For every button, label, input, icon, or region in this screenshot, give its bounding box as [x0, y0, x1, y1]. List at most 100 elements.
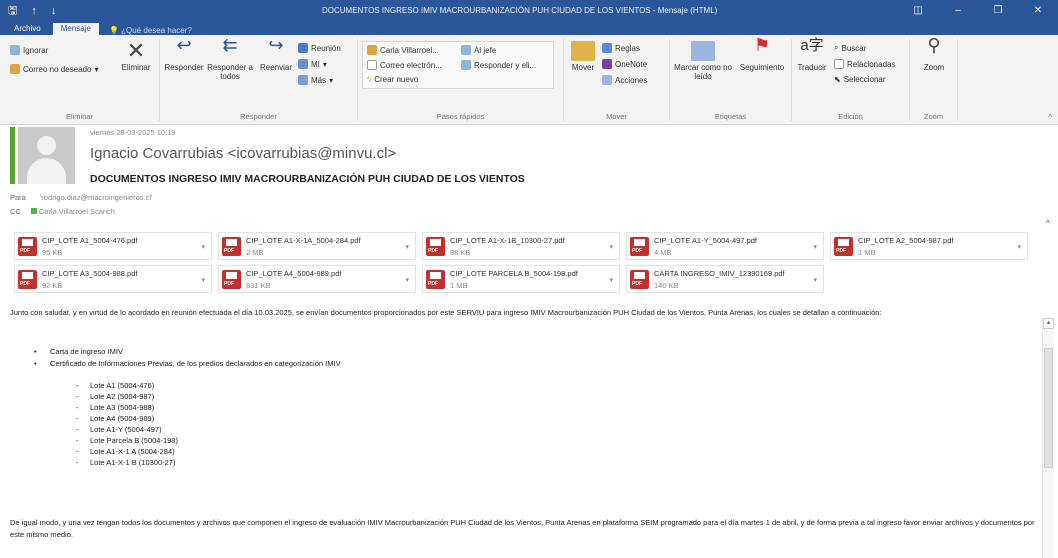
- close-icon[interactable]: ✕: [1018, 0, 1058, 22]
- mi-label: MI: [311, 59, 320, 69]
- traducir-button[interactable]: a字 Traducir: [794, 37, 830, 72]
- chevron-down-icon: ▾: [322, 59, 327, 69]
- reglas-button[interactable]: Reglas: [602, 43, 640, 53]
- chevron-down-icon[interactable]: ▾: [201, 243, 205, 251]
- mas-button[interactable]: Más ▾: [298, 75, 333, 85]
- group-label-responder: Responder: [240, 112, 277, 121]
- attachment-size: 92 KB: [42, 281, 63, 290]
- group-label-edicion: Edición: [838, 112, 863, 121]
- quick-step-carla-label: Carla Villarroel...: [380, 45, 439, 55]
- cc-label: CC: [10, 207, 21, 216]
- quick-step-crear[interactable]: ϟ Crear nuevo: [367, 75, 418, 84]
- group-mover: Mover Reglas OneNote Acciones Mover: [564, 39, 670, 121]
- presence-bar: [10, 127, 15, 184]
- chevron-down-icon: ▾: [329, 75, 334, 85]
- ignorar-label: Ignorar: [23, 45, 49, 55]
- group-label-etiquetas: Etiquetas: [714, 112, 747, 121]
- buscar-button[interactable]: ⌕ Buscar: [834, 43, 866, 53]
- attachment-name: CIP_LOTE A1-Y_5004-497.pdf: [654, 236, 757, 245]
- redo-icon[interactable]: ↓: [51, 5, 57, 17]
- chevron-down-icon[interactable]: ▾: [609, 243, 613, 251]
- save-icon[interactable]: 🖫: [8, 2, 17, 21]
- attachment[interactable]: CIP_LOTE PARCELA B_5004-198.pdf 1 MB ▾: [422, 265, 620, 293]
- attachment-name: CIP_LOTE A1-X-1B_10300-27.pdf: [450, 236, 565, 245]
- mi-button[interactable]: MI ▾: [298, 59, 327, 69]
- tell-me-label: ¿Qué desea hacer?: [121, 26, 192, 35]
- quick-step-carla[interactable]: Carla Villarroel...: [367, 45, 439, 55]
- attachment[interactable]: CIP_LOTE A2_5004-987.pdf 1 MB ▾: [830, 232, 1028, 260]
- attachment[interactable]: CIP_LOTE A1-X-1B_10300-27.pdf 88 KB ▾: [422, 232, 620, 260]
- correo-no-deseado-label: Correo no deseado: [23, 64, 92, 74]
- zoom-label: Zoom: [923, 63, 945, 72]
- minimize-icon[interactable]: –: [938, 0, 978, 22]
- collapse-ribbon-icon[interactable]: ^: [1048, 113, 1052, 122]
- onenote-button[interactable]: OneNote: [602, 59, 647, 69]
- pdf-icon: [630, 270, 649, 289]
- list-item: Lote A1-X-1 A (5004-284): [76, 446, 178, 457]
- quick-step-responder[interactable]: Responder y eli...: [461, 60, 536, 70]
- translate-icon: a字: [800, 37, 824, 54]
- responder-todos-button[interactable]: ⇇ Responder a todos: [206, 36, 254, 81]
- group-responder: ↩ Responder ⇇ Responder a todos ↪ Reenvi…: [160, 36, 358, 121]
- scroll-up-icon[interactable]: ▲: [1043, 318, 1054, 329]
- ribbon-display-icon[interactable]: ◫: [898, 0, 938, 22]
- correo-no-deseado-button[interactable]: Correo no deseado ▾: [10, 64, 99, 74]
- pdf-icon: [426, 237, 445, 256]
- mas-label: Más: [311, 75, 327, 85]
- undo-icon[interactable]: ↑: [31, 5, 37, 17]
- to-label: Para: [10, 193, 26, 202]
- chevron-down-icon[interactable]: ▾: [405, 243, 409, 251]
- acciones-button[interactable]: Acciones: [602, 75, 647, 85]
- attachment[interactable]: CIP_LOTE A4_5004-989.pdf 831 KB ▾: [218, 265, 416, 293]
- group-edicion: a字 Traducir ⌕ Buscar Relacionadas ⬉ Sele…: [792, 37, 910, 121]
- vertical-scrollbar[interactable]: ▲: [1042, 318, 1054, 558]
- responder-button[interactable]: ↩ Responder: [164, 36, 204, 72]
- chevron-down-icon[interactable]: ▾: [813, 276, 817, 284]
- chevron-down-icon[interactable]: ▾: [609, 276, 613, 284]
- tab-mensaje[interactable]: Mensaje: [52, 23, 99, 35]
- quick-step-jefe[interactable]: Al jefe: [461, 45, 496, 55]
- sender[interactable]: Ignacio Covarrubias <icovarrubias@minvu.…: [90, 145, 396, 162]
- tab-archivo[interactable]: Archivo: [6, 23, 49, 35]
- chevron-down-icon[interactable]: ▾: [201, 276, 205, 284]
- mover-button[interactable]: Mover: [566, 41, 600, 72]
- zoom-button[interactable]: ⚲ Zoom: [914, 36, 954, 72]
- scroll-thumb[interactable]: [1044, 348, 1053, 468]
- avatar-body: [27, 158, 66, 184]
- chevron-down-icon[interactable]: ▾: [405, 276, 409, 284]
- collapse-header-icon[interactable]: ^: [1046, 218, 1050, 228]
- chevron-down-icon[interactable]: ▾: [813, 243, 817, 251]
- calendar-icon: [298, 43, 308, 53]
- ignorar-button[interactable]: Ignorar: [10, 45, 48, 55]
- reenviar-button[interactable]: ↪ Reenviar: [256, 36, 296, 72]
- cc-recipient[interactable]: Carla Villarroel Scarich: [39, 207, 115, 216]
- eliminar-button[interactable]: ✕ Eliminar: [116, 40, 156, 73]
- attachment[interactable]: CIP_LOTE A1-Y_5004-497.pdf 4 MB ▾: [626, 232, 824, 260]
- chevron-down-icon[interactable]: ▾: [1017, 243, 1021, 251]
- quick-step-jefe-label: Al jefe: [474, 45, 497, 55]
- reunion-button[interactable]: Reunión: [298, 43, 341, 53]
- quick-step-crear-label: Crear nuevo: [374, 75, 419, 84]
- pdf-icon: [426, 270, 445, 289]
- seguimiento-button[interactable]: ⚑ Seguimiento: [734, 36, 790, 72]
- tell-me-input[interactable]: 💡 ¿Qué desea hacer?: [103, 26, 192, 35]
- attachment[interactable]: CIP_LOTE A1_5004-476.pdf 95 KB ▾: [14, 232, 212, 260]
- message-date: viernes 28-03-2025 10:19: [90, 128, 176, 137]
- to-recipient[interactable]: 'rodrigo.diaz@macroingenieros.cl': [40, 193, 153, 202]
- list-item: Lote A1-Y (5004-497): [76, 424, 178, 435]
- acciones-label: Acciones: [615, 75, 648, 85]
- attachment-name: CARTA INGRESO_IMIV_12390169.pdf: [654, 269, 785, 278]
- buscar-label: Buscar: [841, 43, 867, 53]
- im-icon: [298, 59, 308, 69]
- quick-step-correo[interactable]: Correo electrón...: [367, 60, 442, 70]
- attachment[interactable]: CIP_LOTE A1-X-1A_5004-284.pdf 2 MB ▾: [218, 232, 416, 260]
- attachment[interactable]: CARTA INGRESO_IMIV_12390169.pdf 140 KB ▾: [626, 265, 824, 293]
- relacionadas-button[interactable]: Relacionadas: [834, 59, 895, 69]
- presence-icon: [30, 208, 37, 214]
- unread-mail-icon: [691, 41, 715, 61]
- restore-icon[interactable]: ❐: [978, 0, 1018, 22]
- seleccionar-button[interactable]: ⬉ Seleccionar: [834, 75, 886, 84]
- pdf-icon: [222, 237, 241, 256]
- marcar-no-leido-button[interactable]: Marcar como no leído: [672, 41, 734, 81]
- attachment[interactable]: CIP_LOTE A3_5004-988.pdf 92 KB ▾: [14, 265, 212, 293]
